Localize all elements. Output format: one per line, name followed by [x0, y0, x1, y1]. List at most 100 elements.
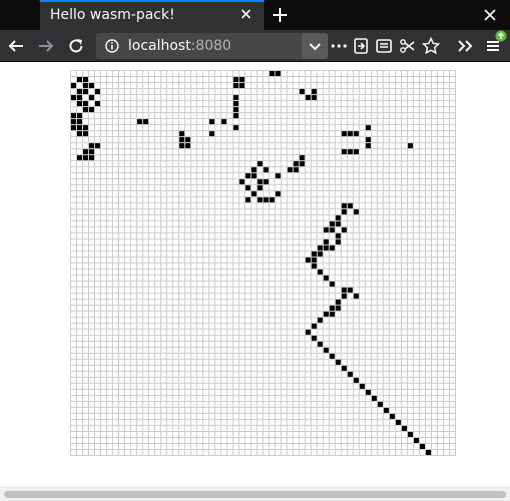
live-cell[interactable]	[401, 425, 407, 431]
live-cell[interactable]	[89, 95, 95, 101]
live-cell[interactable]	[83, 131, 89, 137]
live-cell[interactable]	[89, 149, 95, 155]
live-cell[interactable]	[71, 83, 77, 89]
window-close-icon[interactable]	[484, 9, 496, 21]
game-of-life-canvas[interactable]	[70, 70, 456, 456]
live-cell[interactable]	[251, 173, 257, 179]
live-cell[interactable]	[245, 173, 251, 179]
live-cell[interactable]	[83, 89, 89, 95]
live-cell[interactable]	[365, 389, 371, 395]
live-cell[interactable]	[179, 131, 185, 137]
live-cell[interactable]	[347, 287, 353, 293]
live-cell[interactable]	[83, 149, 89, 155]
live-cell[interactable]	[299, 155, 305, 161]
live-cell[interactable]	[71, 113, 77, 119]
live-cell[interactable]	[287, 167, 293, 173]
live-cell[interactable]	[257, 197, 263, 203]
live-cell[interactable]	[77, 125, 83, 131]
live-cell[interactable]	[311, 95, 317, 101]
live-cell[interactable]	[269, 71, 275, 77]
live-cell[interactable]	[353, 149, 359, 155]
live-cell[interactable]	[329, 305, 335, 311]
live-cell[interactable]	[311, 323, 317, 329]
reload-icon[interactable]	[66, 36, 86, 56]
new-tab-icon[interactable]	[270, 5, 290, 25]
live-cell[interactable]	[179, 137, 185, 143]
live-cell[interactable]	[269, 197, 275, 203]
live-cell[interactable]	[209, 131, 215, 137]
live-cell[interactable]	[329, 311, 335, 317]
live-cell[interactable]	[275, 173, 281, 179]
live-cell[interactable]	[317, 269, 323, 275]
live-cell[interactable]	[329, 221, 335, 227]
horizontal-scrollbar[interactable]	[0, 486, 510, 501]
live-cell[interactable]	[185, 143, 191, 149]
live-cell[interactable]	[323, 275, 329, 281]
live-cell[interactable]	[245, 197, 251, 203]
live-cell[interactable]	[335, 215, 341, 221]
live-cell[interactable]	[305, 95, 311, 101]
live-cell[interactable]	[293, 161, 299, 167]
screenshot-icon[interactable]	[398, 36, 418, 56]
live-cell[interactable]	[335, 233, 341, 239]
live-cell[interactable]	[209, 119, 215, 125]
live-cell[interactable]	[317, 341, 323, 347]
live-cell[interactable]	[263, 167, 269, 173]
live-cell[interactable]	[353, 377, 359, 383]
live-cell[interactable]	[395, 419, 401, 425]
live-cell[interactable]	[311, 89, 317, 95]
live-cell[interactable]	[347, 203, 353, 209]
live-cell[interactable]	[293, 167, 299, 173]
live-cell[interactable]	[275, 191, 281, 197]
live-cell[interactable]	[353, 131, 359, 137]
live-cell[interactable]	[323, 311, 329, 317]
live-cell[interactable]	[341, 131, 347, 137]
live-cell[interactable]	[83, 101, 89, 107]
live-cell[interactable]	[383, 407, 389, 413]
bookmark-star-icon[interactable]	[421, 36, 441, 56]
url-dropdown-button[interactable]	[302, 33, 328, 59]
live-cell[interactable]	[389, 413, 395, 419]
overflow-chevron-icon[interactable]	[455, 36, 475, 56]
live-cell[interactable]	[77, 95, 83, 101]
back-icon[interactable]	[6, 36, 26, 56]
live-cell[interactable]	[77, 101, 83, 107]
live-cell[interactable]	[95, 143, 101, 149]
live-cell[interactable]	[305, 329, 311, 335]
live-cell[interactable]	[341, 293, 347, 299]
live-cell[interactable]	[233, 83, 239, 89]
live-cell[interactable]	[311, 257, 317, 263]
live-cell[interactable]	[335, 359, 341, 365]
live-cell[interactable]	[407, 143, 413, 149]
live-cell[interactable]	[89, 143, 95, 149]
live-cell[interactable]	[77, 89, 83, 95]
live-cell[interactable]	[137, 119, 143, 125]
live-cell[interactable]	[71, 95, 77, 101]
live-cell[interactable]	[71, 119, 77, 125]
live-cell[interactable]	[299, 161, 305, 167]
live-cell[interactable]	[239, 77, 245, 83]
live-cell[interactable]	[371, 395, 377, 401]
live-cell[interactable]	[77, 119, 83, 125]
sidebar-icon[interactable]	[374, 36, 394, 56]
live-cell[interactable]	[257, 179, 263, 185]
live-cell[interactable]	[329, 245, 335, 251]
live-cell[interactable]	[323, 245, 329, 251]
live-cell[interactable]	[341, 365, 347, 371]
live-cell[interactable]	[341, 209, 347, 215]
live-cell[interactable]	[335, 299, 341, 305]
live-cell[interactable]	[263, 179, 269, 185]
live-cell[interactable]	[233, 101, 239, 107]
live-cell[interactable]	[413, 437, 419, 443]
live-cell[interactable]	[251, 167, 257, 173]
live-cell[interactable]	[419, 443, 425, 449]
live-cell[interactable]	[233, 95, 239, 101]
live-cell[interactable]	[365, 137, 371, 143]
live-cell[interactable]	[311, 335, 317, 341]
live-cell[interactable]	[347, 149, 353, 155]
live-cell[interactable]	[335, 239, 341, 245]
live-cell[interactable]	[335, 305, 341, 311]
live-cell[interactable]	[341, 203, 347, 209]
page-actions-icon[interactable]	[329, 36, 349, 56]
live-cell[interactable]	[335, 221, 341, 227]
